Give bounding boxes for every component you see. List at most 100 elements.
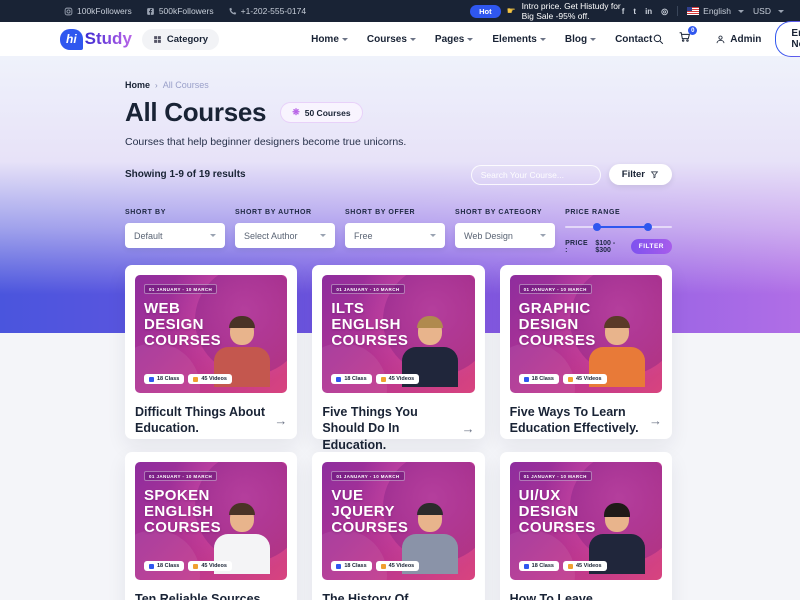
date-badge: 01 JANUARY - 10 MARCH [144,471,217,481]
class-icon [336,564,341,569]
chevron-down-icon [540,38,546,41]
phone-contact[interactable]: +1-202-555-0174 [228,6,306,16]
nav-item-home[interactable]: Home [311,34,348,45]
arrow-right-icon[interactable]: → [462,421,475,436]
category-select[interactable]: Web Design [455,223,555,248]
sort-by-label: SHORT BY [125,209,225,216]
facebook-social-icon[interactable]: f [622,7,625,16]
banner-title: ILTSENGLISHCOURSES [331,301,408,350]
offer-select[interactable]: Free [345,223,445,248]
results-count: Showing 1-9 of 19 results [125,169,246,180]
linkedin-social-icon[interactable]: in [645,7,652,16]
class-icon [149,564,154,569]
class-icon [149,377,154,382]
banner-title: VUEJQUERYCOURSES [331,488,408,537]
course-title[interactable]: The History Of Education. [322,591,454,600]
course-title[interactable]: Five Things You Should Do In Education. [322,404,454,453]
chevron-down-icon [778,10,784,13]
course-card[interactable]: 01 JANUARY - 10 MARCH GRAPHICDESIGNCOURS… [500,265,672,439]
logo[interactable]: hi Study [60,29,132,50]
filter-controls: SHORT BY Default SHORT BY AUTHOR Select … [125,209,672,254]
date-badge: 01 JANUARY - 10 MARCH [331,284,404,294]
date-badge: 01 JANUARY - 10 MARCH [519,471,592,481]
language-select[interactable]: English [687,6,744,16]
price-range-slider[interactable] [565,223,672,231]
enroll-now-button[interactable]: Enroll Now [775,21,800,57]
video-icon [193,377,198,382]
slider-handle-min[interactable] [593,223,601,231]
funnel-icon [650,170,659,179]
cart-count-badge: 0 [688,26,697,35]
class-count-badge: 18 Class [144,561,184,571]
course-card[interactable]: 01 JANUARY - 10 MARCH UI/UXDESIGNCOURSES… [500,452,672,600]
page-subtitle: Courses that help beginner designers bec… [125,136,672,148]
course-title[interactable]: Ten Reliable Sources To Learn About [135,591,267,600]
instagram-icon [64,7,73,16]
course-title[interactable]: How To Leave Education Without [510,591,642,600]
course-title[interactable]: Difficult Things About Education. [135,404,267,437]
facebook-followers-label: 500kFollowers [159,6,214,16]
sparkle-icon: ❋ [292,107,300,118]
topbar: 100kFollowers 500kFollowers +1-202-555-0… [0,0,800,22]
instagram-followers[interactable]: 100kFollowers [64,6,132,16]
arrow-right-icon[interactable]: → [649,413,662,428]
admin-account[interactable]: Admin [715,34,761,45]
video-icon [568,377,573,382]
us-flag-icon [687,7,699,15]
arrow-right-icon[interactable]: → [274,413,287,428]
twitter-social-icon[interactable]: t [633,7,636,16]
nav-item-blog[interactable]: Blog [565,34,596,45]
price-range-label: PRICE RANGE [565,209,672,216]
author-filter-label: SHORT BY AUTHOR [235,209,335,216]
course-card[interactable]: 01 JANUARY - 10 MARCH SPOKENENGLISHCOURS… [125,452,297,600]
filter-label: Filter [622,169,645,180]
chevron-down-icon [320,234,326,237]
author-select[interactable]: Select Author [235,223,335,248]
filter-apply-button[interactable]: FILTER [631,239,672,254]
sort-by-select[interactable]: Default [125,223,225,248]
chevron-down-icon [540,234,546,237]
facebook-followers[interactable]: 500kFollowers [146,6,214,16]
instagram-social-icon[interactable]: ◎ [661,7,668,16]
breadcrumb-home[interactable]: Home [125,80,150,90]
course-card[interactable]: 01 JANUARY - 10 MARCH ILTSENGLISHCOURSES… [312,265,484,439]
cart-button[interactable]: 0 [678,30,691,48]
course-search [471,165,601,185]
chevron-down-icon [590,38,596,41]
nav-item-elements[interactable]: Elements [492,34,545,45]
currency-select[interactable]: USD [753,6,784,16]
filter-toggle-button[interactable]: Filter [609,164,672,185]
course-card[interactable]: 01 JANUARY - 10 MARCH VUEJQUERYCOURSES 1… [312,452,484,600]
nav-item-pages[interactable]: Pages [435,34,473,45]
breadcrumb: Home › All Courses [125,80,672,90]
category-label: Category [167,34,208,45]
nav-item-contact[interactable]: Contact [615,34,652,45]
chevron-down-icon [210,234,216,237]
waving-hand-icon: ☛ [507,6,516,17]
nav-item-courses[interactable]: Courses [367,34,416,45]
announcement-text: Intro price. Get Histudy for Big Sale -9… [522,1,622,21]
class-icon [524,564,529,569]
class-count-badge: 18 Class [144,374,184,384]
class-icon [524,377,529,382]
page: 100kFollowers 500kFollowers +1-202-555-0… [0,0,800,600]
page-title: All Courses [125,97,266,128]
breadcrumb-separator: › [155,81,158,90]
slider-handle-max[interactable] [644,223,652,231]
search-icon[interactable] [652,33,665,46]
category-button[interactable]: Category [142,29,219,50]
video-icon [193,564,198,569]
topbar-divider [677,6,678,16]
course-banner-image: 01 JANUARY - 10 MARCH GRAPHICDESIGNCOURS… [510,275,662,393]
facebook-icon [146,7,155,16]
course-search-input[interactable] [481,170,592,180]
course-banner-image: 01 JANUARY - 10 MARCH ILTSENGLISHCOURSES… [322,275,474,393]
chevron-down-icon [467,38,473,41]
logo-study-text: Study [85,29,132,49]
video-count-badge: 45 Videos [188,561,232,571]
course-card[interactable]: 01 JANUARY - 10 MARCH WEBDESIGNCOURSES 1… [125,265,297,439]
course-banner-image: 01 JANUARY - 10 MARCH UI/UXDESIGNCOURSES… [510,462,662,580]
course-banner-image: 01 JANUARY - 10 MARCH VUEJQUERYCOURSES 1… [322,462,474,580]
course-title[interactable]: Five Ways To Learn Education Effectively… [510,404,642,437]
course-count-label: 50 Courses [305,108,351,118]
